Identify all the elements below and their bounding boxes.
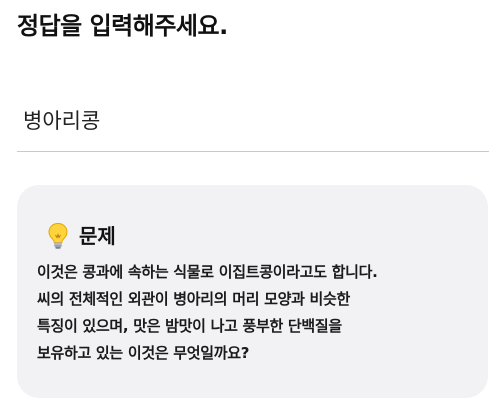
- problem-line: 씨의 전체적인 외관이 병아리의 머리 모양과 비슷한: [37, 290, 351, 308]
- problem-line: 특징이 있으며, 맛은 밤맛이 나고 풍부한 단백질을: [37, 317, 342, 335]
- answer-field[interactable]: [17, 96, 489, 152]
- lightbulb-icon: [47, 222, 69, 250]
- problem-line: 보유하고 있는 이것은 무엇일까요?: [37, 344, 250, 362]
- page-title: 정답을 입력해주세요.: [17, 12, 228, 40]
- problem-line: 이것은 콩과에 속하는 식물로 이집트콩이라고도 합니다.: [37, 263, 378, 281]
- problem-title: 문제: [79, 224, 116, 248]
- answer-input[interactable]: [17, 96, 489, 144]
- problem-header: 문제: [47, 221, 116, 251]
- problem-card: 문제 이것은 콩과에 속하는 식물로 이집트콩이라고도 합니다. 씨의 전체적인…: [17, 185, 488, 398]
- answer-screen: 정답을 입력해주세요. 문제 이것은 콩과에 속하는 식물로 이집트콩이라고도 …: [0, 0, 500, 412]
- problem-text: 이것은 콩과에 속하는 식물로 이집트콩이라고도 합니다. 씨의 전체적인 외관…: [37, 259, 477, 367]
